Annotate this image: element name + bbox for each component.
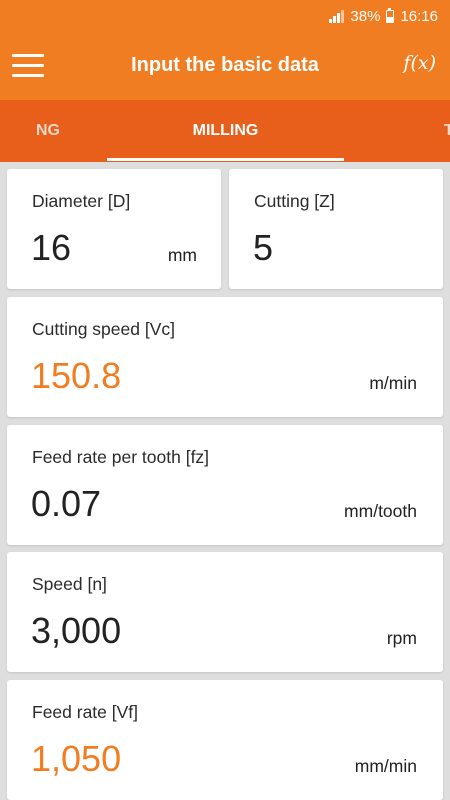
cutting-value[interactable]: 5 bbox=[253, 227, 273, 269]
tab-bar: NG MILLING T bbox=[0, 100, 450, 162]
cutting-speed-field[interactable]: Cutting speed [Vc] 150.8 m/min bbox=[7, 297, 443, 417]
cutting-speed-value[interactable]: 150.8 bbox=[31, 355, 121, 397]
tab-previous[interactable]: NG bbox=[0, 100, 60, 162]
feed-per-tooth-label: Feed rate per tooth [fz] bbox=[32, 447, 210, 467]
tab-indicator bbox=[107, 158, 344, 161]
diameter-label: Diameter [D] bbox=[32, 191, 131, 211]
status-bar: 38% 16:16 bbox=[0, 0, 450, 32]
tab-milling[interactable]: MILLING bbox=[107, 100, 344, 162]
signal-icon bbox=[329, 9, 345, 23]
feed-per-tooth-value[interactable]: 0.07 bbox=[31, 483, 101, 525]
battery-percent: 38% bbox=[350, 7, 381, 25]
tab-next[interactable]: T bbox=[444, 100, 450, 162]
diameter-value[interactable]: 16 bbox=[31, 227, 71, 269]
app-bar: Input the basic data f(x) bbox=[0, 32, 450, 100]
battery-icon bbox=[386, 7, 395, 23]
speed-unit: rpm bbox=[386, 628, 417, 648]
diameter-unit: mm bbox=[167, 245, 197, 265]
feed-per-tooth-field[interactable]: Feed rate per tooth [fz] 0.07 mm/tooth bbox=[7, 425, 443, 545]
feed-rate-label: Feed rate [Vf] bbox=[32, 702, 139, 722]
speed-value[interactable]: 3,000 bbox=[31, 610, 121, 652]
feed-rate-field[interactable]: Feed rate [Vf] 1,050 mm/min bbox=[7, 680, 443, 800]
diameter-field[interactable]: Diameter [D] 16 mm bbox=[7, 169, 221, 289]
page-title: Input the basic data bbox=[131, 54, 319, 76]
speed-label: Speed [n] bbox=[32, 574, 107, 594]
cutting-field[interactable]: Cutting [Z] 5 bbox=[229, 169, 443, 289]
cutting-speed-unit: m/min bbox=[369, 373, 417, 393]
feed-rate-unit: mm/min bbox=[354, 756, 417, 776]
clock: 16:16 bbox=[400, 7, 438, 25]
formula-button[interactable]: f(x) bbox=[403, 52, 436, 74]
feed-per-tooth-unit: mm/tooth bbox=[344, 501, 417, 521]
cutting-label: Cutting [Z] bbox=[254, 191, 335, 211]
feed-rate-value[interactable]: 1,050 bbox=[31, 738, 121, 780]
speed-field[interactable]: Speed [n] 3,000 rpm bbox=[7, 552, 443, 672]
cutting-speed-label: Cutting speed [Vc] bbox=[32, 319, 175, 339]
